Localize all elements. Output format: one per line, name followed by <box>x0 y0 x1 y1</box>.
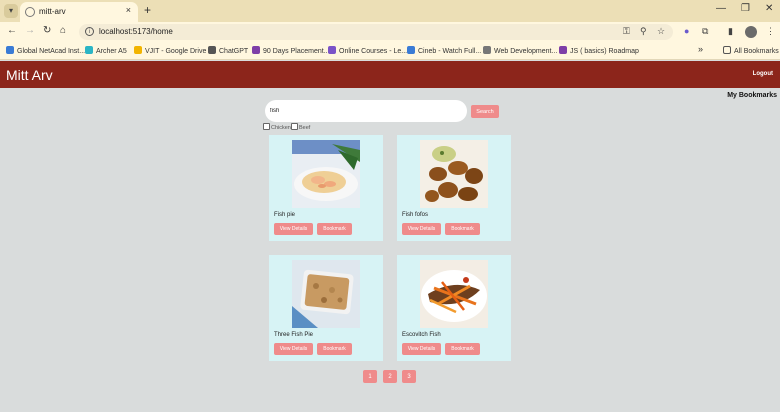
extension-dot-icon[interactable]: ● <box>684 26 689 36</box>
address-url[interactable]: localhost:5173/home <box>99 27 173 36</box>
page-3-button[interactable]: 3 <box>402 370 416 383</box>
netacad-icon <box>6 46 14 54</box>
reload-icon[interactable]: ↻ <box>43 25 51 36</box>
bookmark-button[interactable]: Bookmark <box>445 223 480 235</box>
recipe-name: Fish fofos <box>402 212 429 218</box>
browser-menu-icon[interactable]: ⋮ <box>766 26 775 37</box>
logout-button[interactable]: Logout <box>753 71 773 77</box>
browser-tab[interactable]: mitt-arv × <box>20 2 138 22</box>
bookmark-item[interactable]: Global NetAcad Inst... <box>6 46 85 55</box>
app-title: Mitt Arv <box>6 67 53 83</box>
recipe-image <box>420 140 488 208</box>
bookmark-star-icon[interactable]: ☆ <box>657 26 665 37</box>
bookmarks-bar: Global NetAcad Inst... Archer A5 VJIT - … <box>0 42 780 60</box>
app-header: Mitt Arv Logout <box>0 61 780 88</box>
bookmark-item[interactable]: Online Courses - Le... <box>328 46 407 55</box>
recipe-card: Fish fofos View Details Bookmark <box>397 135 511 241</box>
more-bookmarks-icon[interactable]: » <box>698 44 703 54</box>
beef-checkbox[interactable] <box>291 123 298 130</box>
bookmark-item[interactable]: Cineb - Watch Full... <box>407 46 481 55</box>
bookmark-item[interactable]: 90 Days Placement... <box>252 46 330 55</box>
bookmark-item[interactable]: Web Development... <box>483 46 557 55</box>
archer-icon <box>85 46 93 54</box>
chatgpt-icon <box>208 46 216 54</box>
home-icon[interactable]: ⌂ <box>60 25 66 36</box>
minimize-icon[interactable]: — <box>716 3 726 14</box>
browser-tab-strip: ▾ mitt-arv × + — ❐ ✕ <box>0 0 780 22</box>
all-bookmarks-folder[interactable]: All Bookmarks <box>723 46 779 55</box>
view-details-button[interactable]: View Details <box>274 343 313 355</box>
globe-icon <box>25 7 35 17</box>
window-close-icon[interactable]: ✕ <box>765 3 773 14</box>
placement-icon <box>252 46 260 54</box>
drive-icon <box>134 46 142 54</box>
recipe-name: Fish pie <box>274 212 296 218</box>
chicken-checkbox[interactable] <box>263 123 270 130</box>
recipe-image <box>420 260 488 328</box>
recipe-image <box>292 260 360 328</box>
bookmark-item[interactable]: ChatGPT <box>208 46 248 55</box>
profile-avatar[interactable] <box>745 26 757 38</box>
search-button[interactable]: Search <box>471 105 499 118</box>
recipe-image <box>292 140 360 208</box>
my-bookmarks-link[interactable]: My Bookmarks <box>727 92 777 99</box>
recipe-name: Three Fish Pie <box>274 332 314 338</box>
bookmark-item[interactable]: VJIT - Google Drive <box>134 46 206 55</box>
recipe-card: Three Fish Pie View Details Bookmark <box>269 255 383 361</box>
search-input[interactable] <box>265 100 467 122</box>
address-bar[interactable]: i localhost:5173/home ⚿ ⚲ ☆ <box>79 24 673 40</box>
extensions-puzzle-icon[interactable]: ⧉ <box>702 26 708 37</box>
view-details-button[interactable]: View Details <box>402 223 441 235</box>
forward-icon[interactable]: → <box>25 25 35 36</box>
recipe-card: Escovitch Fish View Details Bookmark <box>397 255 511 361</box>
maximize-icon[interactable]: ❐ <box>741 3 750 14</box>
cineb-icon <box>407 46 415 54</box>
tab-close-icon[interactable]: × <box>126 5 131 15</box>
recipe-name: Escovitch Fish <box>402 332 441 338</box>
side-panel-icon[interactable]: ▮ <box>728 26 733 37</box>
back-icon[interactable]: ← <box>7 25 17 36</box>
page-1-button[interactable]: 1 <box>363 370 377 383</box>
bookmark-button[interactable]: Bookmark <box>317 343 352 355</box>
site-info-icon[interactable]: i <box>85 27 94 36</box>
view-details-button[interactable]: View Details <box>274 223 313 235</box>
view-details-button[interactable]: View Details <box>402 343 441 355</box>
bookmark-button[interactable]: Bookmark <box>445 343 480 355</box>
bookmark-button[interactable]: Bookmark <box>317 223 352 235</box>
password-key-icon[interactable]: ⚿ <box>623 26 630 37</box>
bookmark-item[interactable]: JS ( basics) Roadmap <box>559 46 639 55</box>
tab-search-button[interactable]: ▾ <box>4 4 18 18</box>
page-2-button[interactable]: 2 <box>383 370 397 383</box>
recipe-card: Fish pie View Details Bookmark <box>269 135 383 241</box>
zoom-icon[interactable]: ⚲ <box>640 26 647 37</box>
tab-title: mitt-arv <box>39 7 66 16</box>
courses-icon <box>328 46 336 54</box>
webdev-icon <box>483 46 491 54</box>
browser-toolbar: ← → ↻ ⌂ i localhost:5173/home ⚿ ⚲ ☆ ● ⧉ … <box>0 22 780 42</box>
roadmap-icon <box>559 46 567 54</box>
bookmark-item[interactable]: Archer A5 <box>85 46 127 55</box>
new-tab-button[interactable]: + <box>144 3 151 17</box>
folder-icon <box>723 46 731 54</box>
filter-beef[interactable]: Beef <box>291 123 310 131</box>
filter-chicken[interactable]: Chicken <box>263 123 291 131</box>
